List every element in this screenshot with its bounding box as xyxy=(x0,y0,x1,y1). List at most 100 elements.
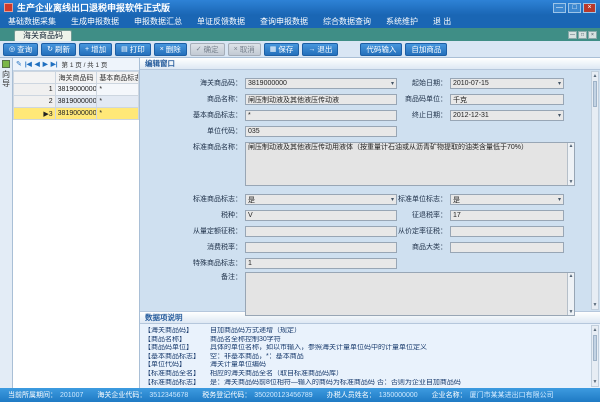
maximize-icon[interactable]: □ xyxy=(568,3,581,13)
status-value: 350200123456789 xyxy=(254,392,312,399)
help-entry: 【基本商品标志】空：非基本商品，*：基本商品 xyxy=(144,353,588,362)
field-备注: 备注：▲▼ xyxy=(143,272,575,316)
自加商品-button[interactable]: 自加商品 xyxy=(405,43,447,56)
first-page-icon[interactable]: |◀ xyxy=(25,60,32,68)
field-select[interactable]: 是▾ xyxy=(450,194,564,205)
row-number-cell: 2 xyxy=(14,96,56,108)
field-textarea[interactable]: ▲▼ xyxy=(245,272,575,316)
row-number-header xyxy=(14,72,56,84)
button-label: 保存 xyxy=(278,44,293,55)
textarea-scrollbar[interactable]: ▲▼ xyxy=(567,143,574,185)
field-label: 基本商品标志： xyxy=(143,110,245,121)
textarea-scrollbar[interactable]: ▲▼ xyxy=(567,273,574,315)
menu-item-6[interactable]: 综合数据查询 xyxy=(323,16,371,27)
menu-item-5[interactable]: 查询申报数据 xyxy=(260,16,308,27)
删除-button[interactable]: ×删除 xyxy=(154,43,187,56)
field-textarea[interactable]: 闸压制动液及其他液压传动用液体（按重量计石油或从沥青矿物提取的油类含量低于70%… xyxy=(245,142,575,186)
field-从价定率征税: 从价定率征税： xyxy=(348,226,564,237)
chevron-down-icon[interactable]: ▾ xyxy=(558,80,561,87)
table-row[interactable]: 13819000000* xyxy=(14,84,139,96)
field-label: 起始日期： xyxy=(348,78,450,89)
tab-customs-commodity-code[interactable]: 海关商品码 xyxy=(14,30,72,41)
打印-button[interactable]: ▤打印 xyxy=(115,43,151,56)
delete-icon: × xyxy=(160,46,164,53)
mdi-restore-icon[interactable]: □ xyxy=(578,31,587,39)
menu-item-3[interactable]: 申报数据汇总 xyxy=(134,16,182,27)
wizard-label: 向导 xyxy=(2,70,10,88)
mdi-window-controls: — □ × xyxy=(568,31,597,39)
menu-item-1[interactable]: 基础数据采集 xyxy=(8,16,56,27)
form-scrollbar[interactable]: ▲ ▼ xyxy=(591,71,599,310)
menu-item-7[interactable]: 系统维护 xyxy=(386,16,418,27)
help-scroll-down-icon[interactable]: ▼ xyxy=(592,378,598,386)
scroll-down-icon[interactable]: ▼ xyxy=(568,179,574,185)
help-scrollbar[interactable]: ▲ ▼ xyxy=(591,325,599,387)
field-select[interactable]: 2010-07-15 ▾ xyxy=(450,78,564,89)
scroll-up-icon[interactable]: ▲ xyxy=(568,143,574,149)
scroll-thumb[interactable] xyxy=(593,81,597,107)
tool-icon[interactable]: ✎ xyxy=(16,60,22,68)
mdi-minimize-icon[interactable]: — xyxy=(568,31,577,39)
help-scroll-thumb[interactable] xyxy=(593,335,597,361)
help-term: 【标准商品标志】 xyxy=(144,379,210,388)
status-item: 税务登记代码：350200123456789 xyxy=(202,390,312,400)
scroll-up-icon[interactable]: ▲ xyxy=(592,72,598,80)
field-select[interactable]: 2012-12-31▾ xyxy=(450,110,564,121)
field-input[interactable]: 1 xyxy=(245,258,397,269)
退出-button[interactable]: →退出 xyxy=(302,43,338,56)
field-input[interactable] xyxy=(450,242,564,253)
chevron-down-icon[interactable]: ▾ xyxy=(558,112,561,119)
table-header-row: 海关商品码基本商品标志 xyxy=(14,72,139,84)
button-label: 打印 xyxy=(130,44,145,55)
scroll-down-icon[interactable]: ▼ xyxy=(592,301,598,309)
help-term: 【商品名称】 xyxy=(144,336,210,345)
field-起始日期: 起始日期：2010-07-15 ▾ xyxy=(348,78,564,89)
wizard-nav-strip[interactable]: 向导 xyxy=(0,58,13,388)
mdi-close-icon[interactable]: × xyxy=(588,31,597,39)
增加-button[interactable]: +增加 xyxy=(79,43,112,56)
page-indicator: 第 1 页 / 共 1 页 xyxy=(62,59,108,69)
status-label: 海关企业代码： xyxy=(97,390,146,400)
field-label: 特殊商品标志： xyxy=(143,258,245,269)
确定-button: ✓确定 xyxy=(190,43,225,56)
代码输入-button[interactable]: 代码输入 xyxy=(360,43,402,56)
help-scroll-up-icon[interactable]: ▲ xyxy=(592,326,598,334)
field-input[interactable]: 17 xyxy=(450,210,564,221)
scroll-up-icon[interactable]: ▲ xyxy=(568,273,574,279)
保存-button[interactable]: ▦保存 xyxy=(264,43,300,56)
status-value: 1350000000 xyxy=(379,392,418,399)
chevron-down-icon[interactable]: ▾ xyxy=(558,196,561,203)
查询-button[interactable]: ◎查询 xyxy=(3,43,38,56)
field-value: 2010-07-15 xyxy=(453,80,489,87)
field-input[interactable]: 035 xyxy=(245,126,397,137)
field-label: 商品大类： xyxy=(348,242,450,253)
button-label: 确定 xyxy=(204,44,219,55)
close-icon[interactable]: × xyxy=(583,3,596,13)
field-value: 是 xyxy=(248,195,255,205)
field-value: 17 xyxy=(453,212,461,219)
menu-item-2[interactable]: 生成申报数据 xyxy=(71,16,119,27)
title-bar: 生产企业离线出口退税申报软件正式版 — □ × xyxy=(0,0,600,15)
field-input[interactable]: 千克 xyxy=(450,94,564,105)
code-cell: 3819000000 xyxy=(55,96,97,108)
刷新-button[interactable]: ↻刷新 xyxy=(41,43,76,56)
table-row[interactable]: ▶33819000000* xyxy=(14,108,139,120)
add-icon: + xyxy=(85,46,89,53)
print-icon: ▤ xyxy=(121,46,128,53)
table-row[interactable]: 23819000000* xyxy=(14,96,139,108)
prev-page-icon[interactable]: ◀ xyxy=(35,60,40,68)
menu-item-4[interactable]: 单证反馈数据 xyxy=(197,16,245,27)
next-page-icon[interactable]: ▶ xyxy=(43,60,48,68)
help-term: 【基本商品标志】 xyxy=(144,353,210,362)
menu-item-8[interactable]: 退 出 xyxy=(433,16,451,27)
minimize-icon[interactable]: — xyxy=(553,3,566,13)
wizard-icon xyxy=(2,60,10,68)
commodity-code-table: 海关商品码基本商品标志 13819000000*23819000000*▶338… xyxy=(13,71,139,120)
help-term: 【标准商品全名】 xyxy=(144,370,210,379)
field-input[interactable] xyxy=(450,226,564,237)
field-标准单位标志: 标准单位标志：是▾ xyxy=(348,194,564,205)
status-item: 当前所属期间：201007 xyxy=(8,390,83,400)
button-label: 删除 xyxy=(166,44,181,55)
last-page-icon[interactable]: ▶| xyxy=(51,60,58,68)
scroll-down-icon[interactable]: ▼ xyxy=(568,309,574,315)
